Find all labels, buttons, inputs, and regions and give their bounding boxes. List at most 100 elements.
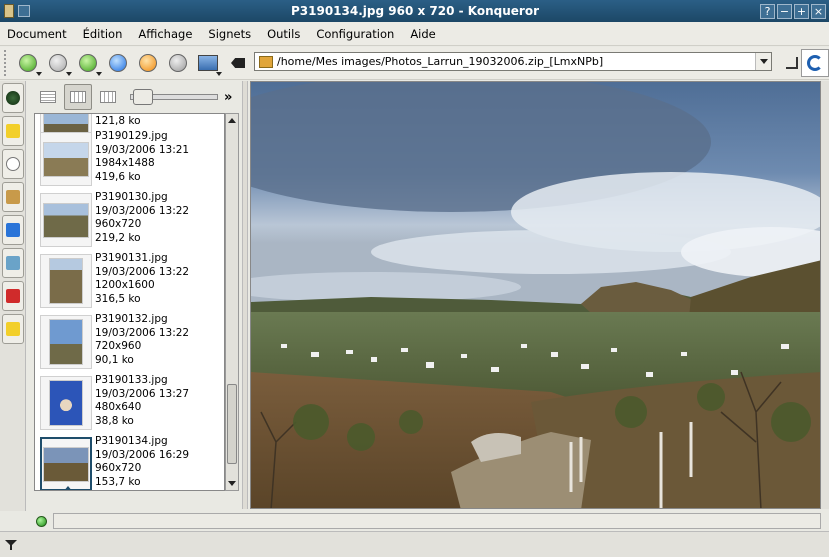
menu-edition[interactable]: Édition [75,27,131,41]
panel-splitter[interactable] [242,81,248,509]
reload-icon [139,54,157,72]
main-toolbar [0,47,829,80]
file-size: 219,2 ko [95,231,141,244]
media-icon [6,223,20,237]
file-meta: P3190132.jpg 19/03/2006 13:22 720x960 90… [95,312,189,372]
thumbnail [43,446,89,482]
file-date: 19/03/2006 13:22 [95,326,190,339]
list-item[interactable]: P3190131.jpg 19/03/2006 13:22 1200x1600 … [37,251,223,311]
minimize-button[interactable]: − [777,3,792,19]
sidebar-tab-history[interactable] [2,149,24,179]
sidebar-tabs [0,81,26,511]
konqueror-throbber[interactable] [801,49,829,77]
file-size: 90,1 ko [95,353,134,366]
location-history-dropdown[interactable] [755,53,771,70]
sidebar-tab-bookmarks-2[interactable] [2,314,24,344]
file-date: 19/03/2006 16:29 [95,448,190,461]
file-date: 19/03/2006 13:21 [95,143,190,156]
file-name: P3190132.jpg [95,313,168,325]
scroll-down-arrow[interactable] [226,477,238,490]
thumbnail [43,202,89,238]
thumbnail-frame [40,132,92,186]
list-item[interactable]: P3190130.jpg 19/03/2006 13:22 960x720 21… [37,190,223,250]
list-item[interactable]: P3190129.jpg 19/03/2006 13:21 1984x1488 … [37,129,223,189]
thumbnail-view-button[interactable] [64,84,92,110]
more-tools-button[interactable]: » [224,90,232,105]
menu-document[interactable]: Document [0,27,75,41]
icon-view-button[interactable] [94,84,122,110]
sidebar-tab-home[interactable] [2,182,24,212]
file-name: P3190131.jpg [95,252,168,264]
forward-history-arrow[interactable] [66,72,72,76]
help-button[interactable]: ? [760,3,775,19]
file-dimensions: 960x720 [95,462,142,474]
thumbnail-list: 121,8 ko P3190129.jpg 19/03/2006 13:21 1… [34,113,225,491]
sidebar-tab-media[interactable] [2,215,24,245]
list-item[interactable]: P3190132.jpg 19/03/2006 13:22 720x960 90… [37,312,223,372]
scrollbar-thumb[interactable] [227,384,237,464]
title-bar: P3190134.jpg 960 x 720 - Konqueror ? − +… [0,0,829,22]
thumbnail-size-slider[interactable] [130,89,218,105]
slider-knob[interactable] [133,89,153,105]
menu-signets[interactable]: Signets [200,27,259,41]
file-meta: P3190130.jpg 19/03/2006 13:22 960x720 21… [95,190,189,250]
list-view-button[interactable] [34,84,62,110]
back-button[interactable] [14,49,42,77]
file-size: 153,7 ko [95,475,141,488]
menu-affichage[interactable]: Affichage [130,27,200,41]
sidebar-tab-network[interactable] [2,83,24,113]
reload-button[interactable] [134,49,162,77]
thumbnail-frame [40,193,92,247]
thumbnail [49,380,83,426]
file-meta: P3190131.jpg 19/03/2006 13:22 1200x1600 … [95,251,189,311]
file-dimensions: 480x640 [95,401,142,413]
menu-outils[interactable]: Outils [259,27,308,41]
scroll-up-arrow[interactable] [226,114,238,127]
sticky-button[interactable] [18,5,30,17]
status-led-icon [36,515,47,527]
folder-icon [259,55,273,68]
toolbar-grip[interactable] [4,50,10,76]
file-meta: P3190129.jpg 19/03/2006 13:21 1984x1488 … [95,129,189,189]
menu-configuration[interactable]: Configuration [308,27,402,41]
list-view-icon [40,91,56,103]
funnel-icon [5,540,17,550]
home-button[interactable] [104,49,132,77]
list-item-selected[interactable]: P3190134.jpg 19/03/2006 16:29 960x720 15… [37,434,223,490]
back-arrow-icon [19,54,37,72]
thumbnail-list-scrollbar[interactable] [225,113,239,491]
file-size: 38,8 ko [95,414,134,427]
sidebar-tab-devices[interactable] [2,248,24,278]
maximize-button[interactable]: + [794,3,809,19]
image-viewer[interactable] [250,81,821,509]
up-history-arrow[interactable] [96,72,102,76]
forward-arrow-icon [49,54,67,72]
home-icon [109,54,127,72]
icon-view-icon [100,91,116,103]
menu-bar: Document Édition Affichage Signets Outil… [0,22,829,46]
location-bar [254,52,772,71]
back-history-arrow[interactable] [36,72,42,76]
sidebar-tab-services[interactable] [2,281,24,311]
list-item[interactable]: P3190133.jpg 19/03/2006 13:27 480x640 38… [37,373,223,433]
up-button[interactable] [74,49,102,77]
app-icon[interactable] [4,4,14,18]
computer-icon [6,256,20,270]
location-input[interactable] [277,55,755,68]
stop-button[interactable] [164,49,192,77]
file-dimensions: 960x720 [95,218,142,230]
home-folder-icon [6,190,20,204]
close-button[interactable]: × [811,3,826,19]
right-edge-bar [821,81,829,509]
kde-menu-icon[interactable] [4,538,18,552]
sidebar-tab-bookmarks[interactable] [2,116,24,146]
view-mode-button[interactable] [194,49,222,77]
clear-location-button[interactable] [224,49,252,77]
view-mode-arrow[interactable] [216,72,222,76]
thumbnail [43,141,89,177]
file-date: 19/03/2006 13:22 [95,265,190,278]
image-viewer-icon [198,55,218,71]
forward-button[interactable] [44,49,72,77]
file-date: 19/03/2006 13:27 [95,387,190,400]
menu-aide[interactable]: Aide [402,27,443,41]
